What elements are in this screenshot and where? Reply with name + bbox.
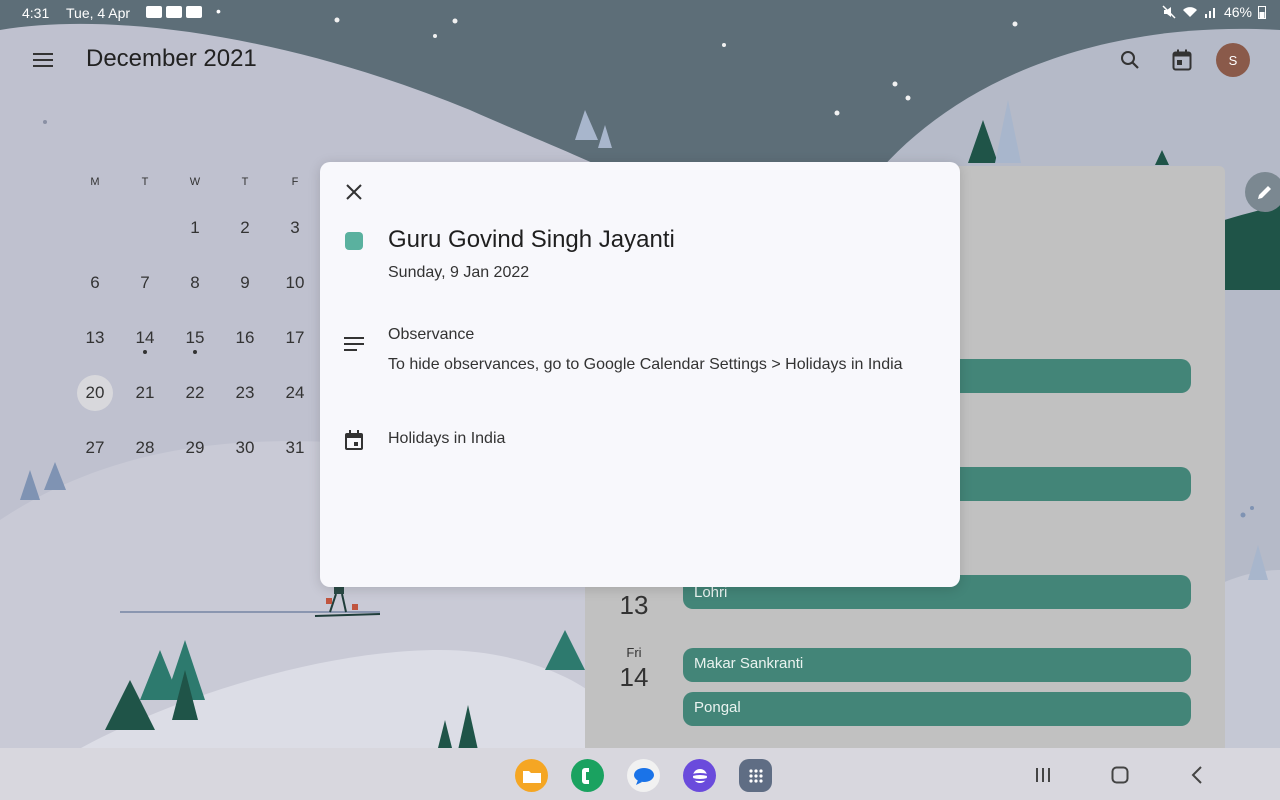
calendar-day[interactable]: 29 — [177, 430, 213, 466]
calendar-day[interactable]: 8 — [177, 265, 213, 301]
calendar-day[interactable]: 30 — [227, 430, 263, 466]
schedule-day-weekday: Fri — [626, 645, 642, 660]
calendar-today-icon — [1172, 49, 1192, 71]
today-button[interactable] — [1166, 44, 1198, 76]
calendar-day[interactable]: 9 — [227, 265, 263, 301]
schedule-day-number: 14 — [619, 662, 649, 692]
phone-app-icon[interactable] — [571, 759, 604, 792]
calendar-day[interactable]: 16 — [227, 320, 263, 356]
folder-glyph — [522, 770, 541, 783]
event-indicator-dot — [193, 350, 197, 354]
description-icon — [344, 337, 364, 351]
event-color-swatch — [345, 232, 363, 250]
home-icon — [1111, 766, 1129, 784]
account-avatar[interactable]: S — [1216, 43, 1250, 77]
calendar-day[interactable]: 2 — [227, 210, 263, 246]
weekday-label: M — [90, 176, 100, 188]
event-type: Observance — [388, 326, 475, 343]
battery-percent: 46% — [1223, 4, 1252, 20]
calendar-day[interactable]: 22 — [177, 375, 213, 411]
skier-illustration — [326, 584, 358, 613]
event-chip-pongal[interactable]: Pongal — [683, 692, 1191, 726]
more-notifications-dot: • — [216, 3, 221, 19]
weekday-label: F — [291, 176, 299, 188]
calendar-day[interactable]: 21 — [127, 375, 163, 411]
calendar-icon — [345, 430, 363, 450]
event-chip-makar-sankranti[interactable]: Makar Sankranti — [683, 648, 1191, 682]
signal-icon — [1204, 8, 1215, 18]
close-icon — [346, 184, 362, 200]
grid-glyph — [748, 768, 763, 783]
youtube-notification-icon — [166, 6, 182, 18]
calendar-day[interactable]: 13 — [77, 320, 113, 356]
calendar-day[interactable]: 27 — [77, 430, 113, 466]
recents-icon — [1036, 768, 1050, 782]
status-date: Tue, 4 Apr — [66, 5, 131, 21]
schedule-day-number: 13 — [619, 590, 649, 620]
calendar-day[interactable]: 6 — [77, 265, 113, 301]
calendar-day-today[interactable]: 20 — [77, 375, 113, 411]
event-date: Sunday, 9 Jan 2022 — [388, 264, 530, 281]
messages-app-icon[interactable] — [627, 759, 660, 792]
weekday-label: T — [141, 176, 149, 188]
close-button[interactable] — [340, 178, 368, 206]
calendar-day[interactable]: 17 — [277, 320, 313, 356]
event-description: To hide observances, go to Google Calend… — [388, 356, 903, 373]
pencil-icon — [1258, 186, 1271, 199]
edit-button[interactable] — [1245, 172, 1280, 212]
chat-bubble-glyph — [633, 767, 654, 785]
calendar-day[interactable]: 1 — [177, 210, 213, 246]
search-icon — [1121, 51, 1139, 69]
phone-glyph — [581, 767, 589, 784]
home-button[interactable] — [1105, 762, 1135, 788]
youtube-notification-icon — [186, 6, 202, 18]
event-indicator-dot — [143, 350, 147, 354]
notification-icons — [146, 6, 202, 18]
month-title[interactable]: December 2021 — [86, 45, 257, 73]
weekday-label: T — [241, 176, 249, 188]
calendar-day[interactable]: 23 — [227, 375, 263, 411]
search-button[interactable] — [1114, 44, 1146, 76]
calendar-day[interactable]: 28 — [127, 430, 163, 466]
wifi-icon — [1182, 7, 1197, 17]
mute-icon — [1162, 5, 1176, 19]
calendar-day[interactable]: 7 — [127, 265, 163, 301]
system-status-icons: 46% — [1162, 4, 1266, 20]
menu-button[interactable] — [28, 46, 58, 74]
internet-app-icon[interactable] — [683, 759, 716, 792]
app-drawer-icon[interactable] — [739, 759, 772, 792]
event-calendar-name: Holidays in India — [388, 430, 506, 447]
calendar-day[interactable]: 31 — [277, 430, 313, 466]
hamburger-menu-icon — [33, 53, 53, 67]
event-title: Guru Govind Singh Jayanti — [388, 226, 675, 253]
calendar-day[interactable]: 24 — [277, 375, 313, 411]
calendar-day[interactable]: 3 — [277, 210, 313, 246]
event-detail-dialog: Guru Govind Singh Jayanti Sunday, 9 Jan … — [320, 162, 960, 587]
gallery-notification-icon — [146, 6, 162, 18]
planet-glyph — [689, 768, 710, 783]
back-button[interactable] — [1182, 762, 1212, 788]
back-chevron-icon — [1191, 766, 1202, 784]
battery-icon — [1258, 6, 1266, 19]
weekday-label: W — [189, 176, 201, 188]
status-bar: 4:31 Tue, 4 Apr • 46% — [0, 0, 1280, 26]
calendar-day[interactable]: 10 — [277, 265, 313, 301]
recent-apps-button[interactable] — [1028, 762, 1058, 788]
files-app-icon[interactable] — [515, 759, 548, 792]
status-time: 4:31 — [22, 5, 50, 21]
